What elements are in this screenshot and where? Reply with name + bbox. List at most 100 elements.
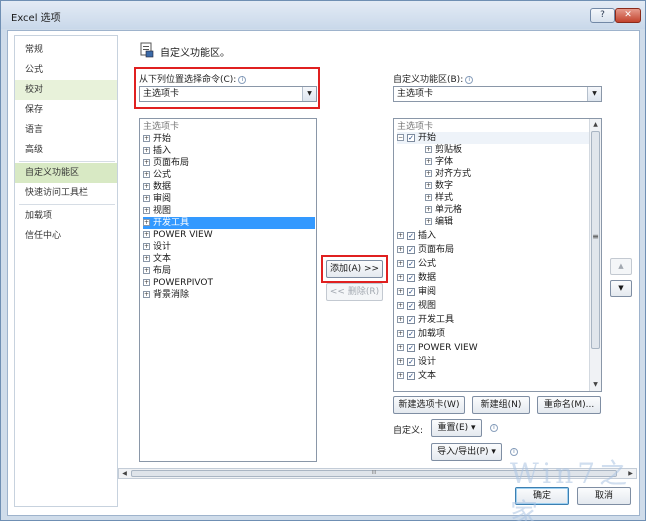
tree-vertical-scrollbar[interactable]: ▲ ≡ ▼ [589, 119, 601, 391]
expand-icon[interactable]: + [425, 158, 432, 165]
tree-item-group[interactable]: + 单元格 [425, 204, 462, 216]
list-item[interactable]: + 插入 [143, 145, 315, 157]
new-group-button[interactable]: 新建组(N) [472, 396, 530, 414]
list-item[interactable]: + 布局 [143, 265, 315, 277]
nav-item-formulas[interactable]: 公式 [15, 60, 117, 80]
tree-item-tab[interactable]: + ✓ 视图 [397, 300, 436, 312]
import-export-button[interactable]: 导入/导出(P) ▾ [431, 443, 502, 461]
tree-item-group[interactable]: + 样式 [425, 192, 453, 204]
expand-icon[interactable]: + [397, 372, 404, 379]
expand-icon[interactable]: + [397, 302, 404, 309]
scroll-up-icon[interactable]: ▲ [590, 119, 601, 130]
list-item[interactable]: + 数据 [143, 181, 315, 193]
tree-item-tab[interactable]: + ✓ 页面布局 [397, 244, 454, 256]
reset-button[interactable]: 重置(E) ▾ [431, 419, 482, 437]
list-item[interactable]: + 开始 [143, 133, 315, 145]
tree-item-tab[interactable]: + ✓ 开发工具 [397, 314, 454, 326]
expand-icon[interactable]: + [425, 170, 432, 177]
nav-item-add-ins[interactable]: 加载项 [15, 206, 117, 226]
nav-item-customize-ribbon[interactable]: 自定义功能区 [15, 163, 117, 183]
expand-icon[interactable]: + [397, 232, 404, 239]
nav-item-language[interactable]: 语言 [15, 120, 117, 140]
tree-item-group[interactable]: + 编辑 [425, 216, 453, 228]
expand-icon[interactable]: + [143, 195, 150, 202]
expand-icon[interactable]: + [143, 207, 150, 214]
tree-item-tab[interactable]: − ✓ 开始 [397, 132, 589, 144]
add-button[interactable]: 添加(A) >> [326, 260, 383, 278]
expand-icon[interactable]: + [425, 182, 432, 189]
new-tab-button[interactable]: 新建选项卡(W) [393, 396, 465, 414]
expand-icon[interactable]: + [143, 171, 150, 178]
expand-icon[interactable]: + [397, 260, 404, 267]
nav-item-general[interactable]: 常规 [15, 40, 117, 60]
expand-icon[interactable]: + [425, 206, 432, 213]
tree-item-tab[interactable]: + ✓ 数据 [397, 272, 436, 284]
expand-icon[interactable]: + [397, 330, 404, 337]
expand-icon[interactable]: + [143, 291, 150, 298]
list-item-selected[interactable]: + 开发工具 [143, 217, 315, 229]
chevron-down-icon[interactable]: ▼ [587, 87, 601, 101]
nav-item-advanced[interactable]: 高级 [15, 140, 117, 160]
expand-icon[interactable]: + [143, 255, 150, 262]
checkbox[interactable]: ✓ [407, 330, 415, 338]
checkbox[interactable]: ✓ [407, 358, 415, 366]
remove-button[interactable]: << 删除(R) [326, 283, 383, 301]
expand-icon[interactable]: + [143, 279, 150, 286]
expand-icon[interactable]: + [143, 183, 150, 190]
scroll-left-icon[interactable]: ◀ [119, 469, 130, 478]
tree-item-tab[interactable]: + ✓ 加载项 [397, 328, 445, 340]
checkbox[interactable]: ✓ [407, 302, 415, 310]
move-down-button[interactable]: ▼ [610, 280, 632, 297]
tree-item-group[interactable]: + 对齐方式 [425, 168, 471, 180]
ribbon-tabs-tree[interactable]: 主选项卡 − ✓ 开始 + 剪贴板 + 字体 + 对齐方式 + 数字 + 样式 + 单元格 + 编… [393, 118, 602, 392]
customize-ribbon-dropdown[interactable]: 主选项卡 ▼ [393, 86, 602, 102]
tree-item-tab[interactable]: + ✓ 插入 [397, 230, 436, 242]
tree-item-tab[interactable]: + ✓ POWER VIEW [397, 342, 478, 354]
expand-icon[interactable]: + [425, 194, 432, 201]
move-up-button[interactable]: ▲ [610, 258, 632, 275]
expand-icon[interactable]: + [143, 267, 150, 274]
scroll-down-icon[interactable]: ▼ [590, 379, 601, 390]
expand-icon[interactable]: + [143, 147, 150, 154]
checkbox[interactable]: ✓ [407, 288, 415, 296]
checkbox[interactable]: ✓ [407, 232, 415, 240]
checkbox[interactable]: ✓ [407, 274, 415, 282]
list-item[interactable]: + 公式 [143, 169, 315, 181]
expand-icon[interactable]: + [143, 159, 150, 166]
tree-item-tab[interactable]: + ✓ 设计 [397, 356, 436, 368]
expand-icon[interactable]: + [397, 246, 404, 253]
tree-item-tab[interactable]: + ✓ 文本 [397, 370, 436, 382]
list-item[interactable]: + 视图 [143, 205, 315, 217]
list-item[interactable]: + POWERPIVOT [143, 277, 315, 289]
expand-icon[interactable]: + [397, 288, 404, 295]
expand-icon[interactable]: + [397, 274, 404, 281]
nav-item-quick-access-toolbar[interactable]: 快速访问工具栏 [15, 183, 117, 203]
rename-button[interactable]: 重命名(M)... [537, 396, 601, 414]
chevron-down-icon[interactable]: ▼ [302, 87, 316, 101]
list-item[interactable]: + 文本 [143, 253, 315, 265]
close-button[interactable]: ✕ [615, 8, 641, 23]
list-item[interactable]: + 审阅 [143, 193, 315, 205]
checkbox[interactable]: ✓ [407, 134, 415, 142]
expand-icon[interactable]: + [425, 218, 432, 225]
collapse-icon[interactable]: − [397, 134, 404, 141]
expand-icon[interactable]: + [143, 243, 150, 250]
nav-item-save[interactable]: 保存 [15, 100, 117, 120]
tree-item-tab[interactable]: + ✓ 审阅 [397, 286, 436, 298]
list-item[interactable]: + POWER VIEW [143, 229, 315, 241]
expand-icon[interactable]: + [397, 344, 404, 351]
checkbox[interactable]: ✓ [407, 372, 415, 380]
expand-icon[interactable]: + [397, 316, 404, 323]
choose-commands-dropdown[interactable]: 主选项卡 ▼ [139, 86, 317, 102]
expand-icon[interactable]: + [143, 135, 150, 142]
expand-icon[interactable]: + [143, 219, 150, 226]
checkbox[interactable]: ✓ [407, 344, 415, 352]
list-item[interactable]: + 背景消除 [143, 289, 315, 301]
list-item[interactable]: + 设计 [143, 241, 315, 253]
checkbox[interactable]: ✓ [407, 246, 415, 254]
help-button[interactable]: ? [590, 8, 615, 23]
expand-icon[interactable]: + [425, 146, 432, 153]
tree-item-group[interactable]: + 剪贴板 [425, 144, 462, 156]
nav-item-proofing[interactable]: 校对 [15, 80, 117, 100]
tree-item-group[interactable]: + 字体 [425, 156, 453, 168]
